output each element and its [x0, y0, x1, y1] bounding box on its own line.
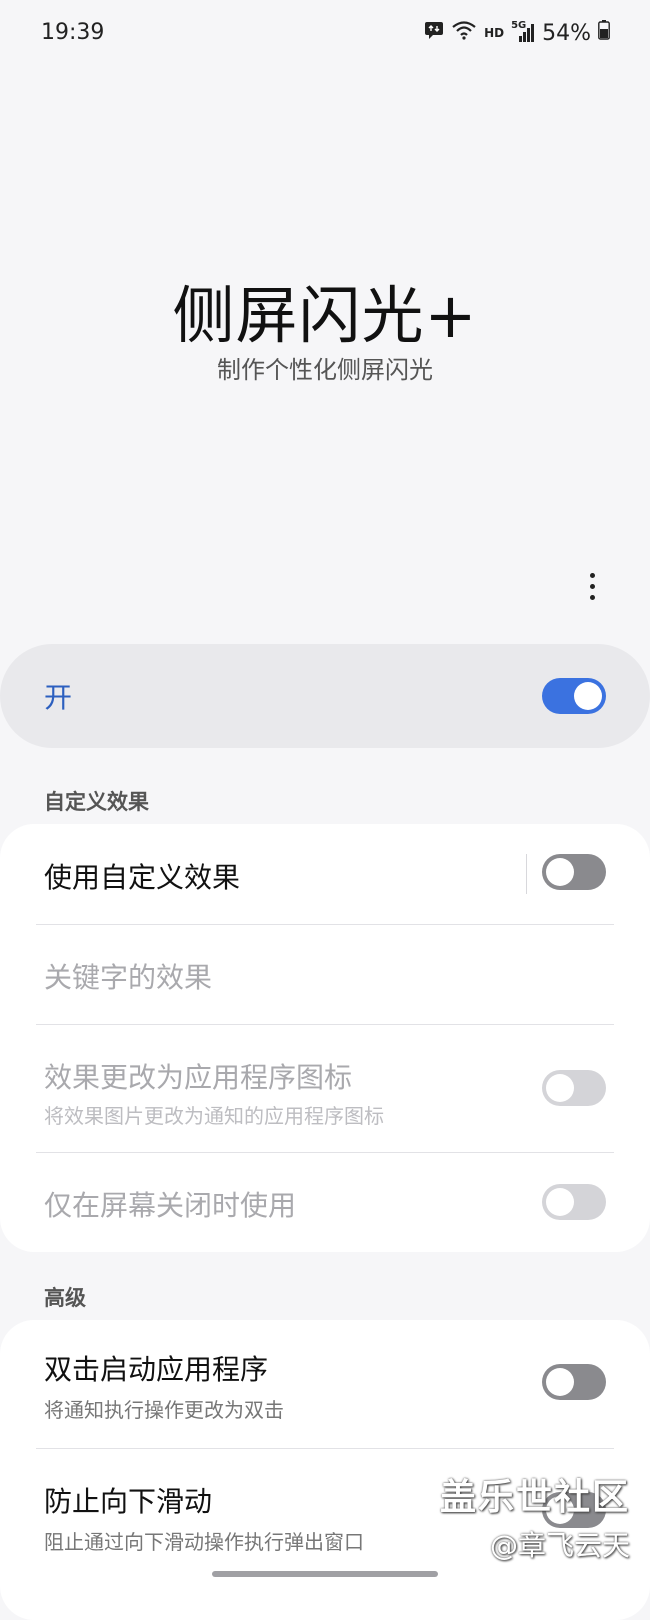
wifi-icon — [451, 20, 477, 46]
page-subtitle: 制作个性化侧屏闪光 — [217, 356, 433, 384]
battery-percent: 54% — [542, 20, 591, 46]
master-switch-label: 开 — [44, 681, 73, 714]
watermark-line1: 盖乐世社区 — [439, 1477, 630, 1518]
master-switch-toggle[interactable] — [542, 678, 606, 714]
status-time: 19:39 — [41, 20, 105, 45]
keyword-effect-label: 关键字的效果 — [44, 961, 213, 994]
status-icons: HD 5G 54% — [424, 20, 610, 46]
app-icon-effect-label: 效果更改为应用程序图标 — [44, 1061, 353, 1094]
double-tap-row[interactable]: 双击启动应用程序 将通知执行操作更改为双击 — [0, 1320, 650, 1448]
app-icon-effect-row[interactable]: 效果更改为应用程序图标 将效果图片更改为通知的应用程序图标 — [0, 1024, 650, 1152]
section-header-advanced: 高级 — [44, 1286, 86, 1310]
screen-off-only-label: 仅在屏幕关闭时使用 — [44, 1189, 297, 1222]
use-custom-effect-row[interactable]: 使用自定义效果 — [0, 824, 650, 924]
row-separator — [526, 854, 527, 894]
page-title: 侧屏闪光+ — [172, 279, 478, 352]
more-options-icon[interactable] — [572, 562, 612, 610]
status-bar: 19:39 HD 5G 54% — [0, 0, 650, 70]
message-icon — [424, 20, 444, 46]
prevent-swipe-label: 防止向下滑动 — [44, 1485, 213, 1518]
double-tap-toggle[interactable] — [542, 1364, 606, 1400]
prevent-swipe-desc: 阻止通过向下滑动操作执行弹出窗口 — [44, 1530, 364, 1554]
use-custom-effect-toggle[interactable] — [542, 854, 606, 890]
watermark-line2: @章飞云天 — [489, 1529, 630, 1562]
screen-off-only-toggle[interactable] — [542, 1184, 606, 1220]
app-icon-effect-toggle[interactable] — [542, 1070, 606, 1106]
watermark: 盖乐世社区 @章飞云天 — [440, 1468, 630, 1564]
double-tap-label: 双击启动应用程序 — [44, 1353, 269, 1386]
hd-badge: HD — [484, 26, 505, 40]
screen-off-only-row[interactable]: 仅在屏幕关闭时使用 — [0, 1152, 650, 1252]
gesture-home-bar[interactable] — [212, 1571, 438, 1577]
use-custom-effect-label: 使用自定义效果 — [44, 861, 241, 894]
custom-effects-card: 使用自定义效果 关键字的效果 效果更改为应用程序图标 将效果图片更改为通知的应用… — [0, 824, 650, 1252]
section-header-custom: 自定义效果 — [44, 790, 149, 814]
double-tap-desc: 将通知执行操作更改为双击 — [44, 1398, 284, 1422]
app-icon-effect-desc: 将效果图片更改为通知的应用程序图标 — [44, 1104, 384, 1128]
signal-icon: 5G — [511, 20, 535, 44]
keyword-effect-row[interactable]: 关键字的效果 — [0, 924, 650, 1024]
battery-icon — [598, 20, 610, 46]
master-switch-bar[interactable]: 开 — [0, 644, 650, 748]
